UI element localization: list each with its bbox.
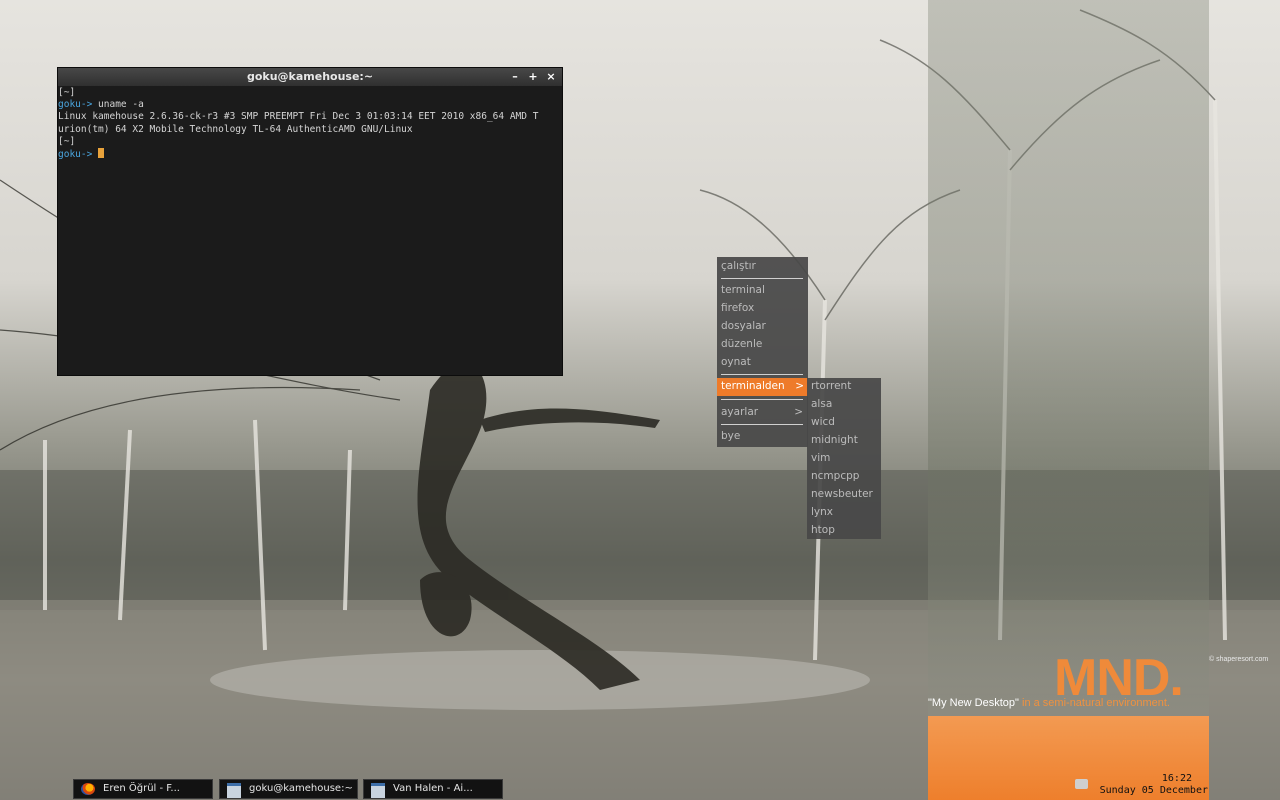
submenu-item-htop[interactable]: htop xyxy=(811,524,835,536)
clock-time: 16:22 xyxy=(1161,773,1192,784)
wallpaper-credit: © shaperesort.com xyxy=(1209,656,1269,663)
submenu-arrow-icon: > xyxy=(794,406,803,418)
menu-item-dosyalar[interactable]: dosyalar xyxy=(721,320,766,332)
submenu-item-newsbeuter[interactable]: newsbeuter xyxy=(811,488,873,500)
submenu-item-rtorrent[interactable]: rtorrent xyxy=(811,380,851,392)
menu-item-terminal[interactable]: terminal xyxy=(721,284,765,296)
terminal-titlebar[interactable]: goku@kamehouse:~ – + × xyxy=(58,68,562,86)
submenu-arrow-icon: > xyxy=(795,380,804,392)
terminal-line: goku-> uname -a xyxy=(58,99,562,111)
clock-date: Sunday 05 December xyxy=(1099,785,1208,796)
taskbar-button-firefox[interactable]: Eren Öğrül - F... xyxy=(73,779,213,799)
terminalden-submenu: rtorrent alsa wicd midnight vim ncmpcpp … xyxy=(807,378,881,539)
submenu-item-alsa[interactable]: alsa xyxy=(811,398,832,410)
menu-item-label: terminalden xyxy=(721,380,785,392)
clock: 16:22 Sunday 05 December xyxy=(1098,773,1208,797)
terminal-prompt: goku-> xyxy=(58,99,93,111)
terminal-line: Linux kamehouse 2.6.36-ck-r3 #3 SMP PREE… xyxy=(58,111,562,123)
maximize-button[interactable]: + xyxy=(528,68,538,86)
taskbar-button-music[interactable]: Van Halen - Ai... xyxy=(363,779,503,799)
taskbar-button-label: Van Halen - Ai... xyxy=(393,783,473,794)
minimize-button[interactable]: – xyxy=(510,68,520,86)
window-controls: – + × xyxy=(510,68,556,86)
menu-item-bye[interactable]: bye xyxy=(721,430,740,442)
terminal-prompt: goku-> xyxy=(58,149,93,161)
submenu-item-ncmpcpp[interactable]: ncmpcpp xyxy=(811,470,859,482)
terminal-line-text: [~] xyxy=(58,87,76,98)
terminal-title: goku@kamehouse:~ xyxy=(246,70,374,83)
terminal-line-text: [~] xyxy=(58,135,76,147)
terminal-window[interactable]: goku@kamehouse:~ – + × [~] goku-> uname -… xyxy=(58,68,562,375)
terminal-line-text: urion(tm) 64 X2 Mobile Technology TL-64 … xyxy=(58,123,413,135)
menu-separator xyxy=(721,399,803,400)
chat-icon[interactable] xyxy=(1075,779,1088,789)
window-icon xyxy=(227,783,241,798)
terminal-line-text: Linux kamehouse 2.6.36-ck-r3 #3 SMP PREE… xyxy=(58,111,539,123)
close-button[interactable]: × xyxy=(546,68,556,86)
menu-item-terminalden[interactable]: terminalden > xyxy=(717,378,808,396)
wallpaper-tagline-rest: in a semi-natural environment. xyxy=(1018,697,1170,709)
wallpaper-tagline: "My New Desktop" in a semi-natural envir… xyxy=(928,697,1218,709)
submenu-item-wicd[interactable]: wicd xyxy=(811,416,835,428)
taskbar-button-terminal[interactable]: goku@kamehouse:~ xyxy=(219,779,358,799)
menu-item-oynat[interactable]: oynat xyxy=(721,356,751,368)
root-menu: çalıştır terminal firefox dosyalar düzen… xyxy=(717,257,808,447)
terminal-line: [~] xyxy=(58,87,562,99)
taskbar-button-label: Eren Öğrül - F... xyxy=(103,783,180,794)
menu-separator xyxy=(721,424,803,425)
submenu-item-lynx[interactable]: lynx xyxy=(811,506,833,518)
terminal-line: [~] xyxy=(58,136,562,148)
menu-header: çalıştır xyxy=(721,260,756,272)
terminal-cursor xyxy=(98,148,105,159)
menu-item-label: ayarlar xyxy=(721,406,759,418)
terminal-command: uname -a xyxy=(92,99,144,111)
terminal-output[interactable]: [~] goku-> uname -a Linux kamehouse 2.6.36… xyxy=(58,86,562,161)
menu-item-firefox[interactable]: firefox xyxy=(721,302,754,314)
submenu-item-midnight[interactable]: midnight xyxy=(811,434,858,446)
submenu-item-vim[interactable]: vim xyxy=(811,452,830,464)
wallpaper-tagline-quote: "My New Desktop" xyxy=(928,697,1019,709)
firefox-icon xyxy=(81,783,95,795)
terminal-line: urion(tm) 64 X2 Mobile Technology TL-64 … xyxy=(58,124,562,136)
window-icon xyxy=(371,783,385,798)
menu-item-duzenle[interactable]: düzenle xyxy=(721,338,762,350)
terminal-line: goku-> xyxy=(58,148,562,161)
menu-separator xyxy=(721,278,803,279)
menu-separator xyxy=(721,374,803,375)
taskbar-button-label: goku@kamehouse:~ xyxy=(249,783,353,794)
menu-item-ayarlar[interactable]: ayarlar > xyxy=(721,406,803,418)
